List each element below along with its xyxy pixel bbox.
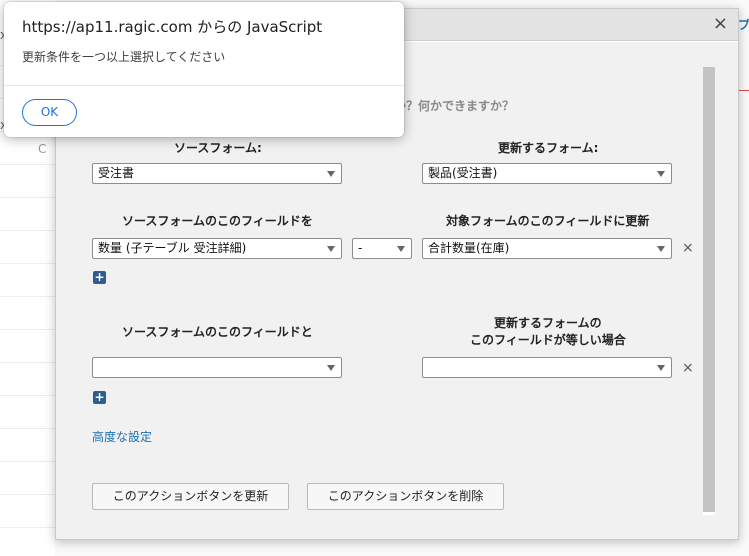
operator-value: -: [358, 241, 363, 255]
advanced-settings-link[interactable]: 高度な設定: [92, 428, 152, 445]
add-field-mapping-button[interactable]: +: [93, 271, 106, 284]
source-form-label: ソースフォーム:: [174, 141, 262, 155]
source-field-select[interactable]: 数量 (子テーブル 受注詳細): [92, 238, 342, 259]
target-form-select[interactable]: 製品(受注書): [422, 163, 672, 184]
source-field-value: 数量 (子テーブル 受注詳細): [98, 241, 247, 255]
background-c-fragment: C: [38, 142, 47, 156]
alert-title: https://ap11.ragic.com からの JavaScript: [22, 18, 323, 36]
chevron-down-icon: [327, 246, 335, 252]
source-match-label: ソースフォームのこのフィールドと: [122, 325, 313, 339]
chevron-down-icon: [657, 171, 665, 177]
background-link-fragment[interactable]: プ: [738, 16, 749, 33]
delete-action-button[interactable]: このアクションボタンを削除: [307, 483, 504, 510]
chevron-down-icon: [327, 365, 335, 371]
chevron-down-icon: [657, 365, 665, 371]
chevron-down-icon: [397, 246, 405, 252]
source-form-select[interactable]: 受注書: [92, 163, 342, 184]
source-field-label: ソースフォームのこのフィールドを: [122, 214, 313, 228]
target-field-label: 対象フォームのこのフィールドに更新: [446, 214, 650, 228]
close-icon[interactable]: ×: [713, 15, 728, 33]
target-field-select[interactable]: 合計数量(在庫): [422, 238, 672, 259]
chevron-down-icon: [327, 171, 335, 177]
alert-message: 更新条件を一つ以上選択してください: [22, 50, 226, 64]
target-field-value: 合計数量(在庫): [428, 241, 510, 255]
javascript-alert-dialog: https://ap11.ragic.com からの JavaScript 更新…: [4, 2, 404, 137]
remove-field-mapping-icon[interactable]: ×: [682, 241, 694, 255]
alert-divider: [4, 85, 404, 86]
background-divider: [738, 90, 749, 91]
chevron-down-icon: [657, 246, 665, 252]
target-form-label: 更新するフォーム:: [498, 141, 599, 155]
question-text: か？何かできますか？: [394, 99, 515, 113]
update-action-button[interactable]: このアクションボタンを更新: [92, 483, 289, 510]
target-form-value: 製品(受注書): [428, 166, 498, 180]
remove-match-condition-icon[interactable]: ×: [682, 361, 694, 375]
operator-select[interactable]: -: [352, 238, 412, 259]
source-match-select[interactable]: [92, 357, 342, 378]
target-match-label-line2: このフィールドが等しい場合: [470, 333, 626, 347]
target-match-label-line1: 更新するフォームの: [494, 316, 602, 330]
ok-button[interactable]: OK: [22, 99, 77, 126]
add-match-condition-button[interactable]: +: [93, 391, 106, 404]
target-match-select[interactable]: [422, 357, 672, 378]
scrollbar-thumb[interactable]: [703, 67, 715, 512]
source-form-value: 受注書: [98, 166, 135, 180]
